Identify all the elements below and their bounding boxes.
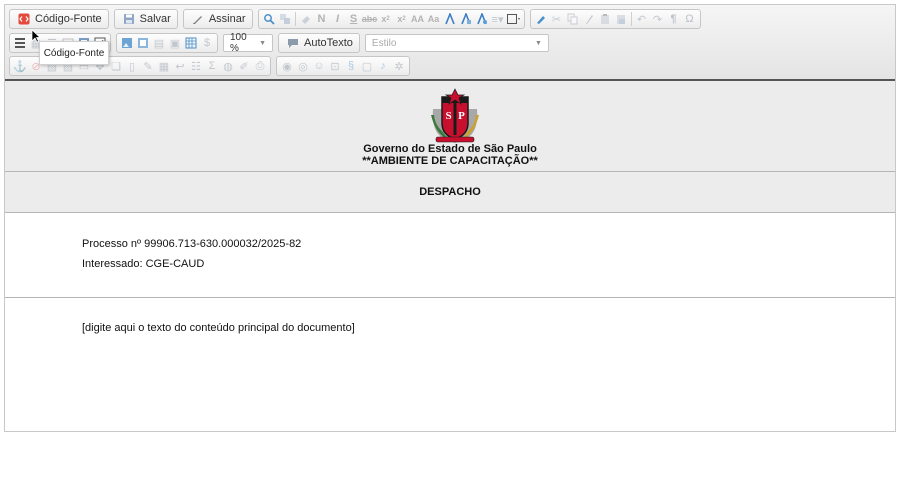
paste-text-icon[interactable]	[597, 11, 613, 27]
template-icon[interactable]: ❏	[108, 58, 124, 74]
text-color-icon[interactable]	[442, 11, 458, 27]
insert-link-icon[interactable]	[135, 35, 151, 51]
find-icon[interactable]	[261, 11, 277, 27]
arrow-icon[interactable]: ↩	[172, 58, 188, 74]
microphone-icon[interactable]: ♪	[375, 58, 391, 74]
source-icon	[16, 11, 32, 27]
tooltip: Código-Fonte	[39, 41, 109, 65]
process-info-section[interactable]: Processo nº 99906.713-630.000032/2025-82…	[5, 213, 895, 298]
align-stack-icon[interactable]	[12, 35, 28, 51]
style-placeholder: Estilo	[371, 37, 397, 49]
comment-icon[interactable]: ✎	[140, 58, 156, 74]
brush-icon[interactable]	[581, 11, 597, 27]
save-icon	[121, 11, 137, 27]
save-button[interactable]: Salvar	[117, 10, 175, 28]
copy-icon[interactable]	[565, 11, 581, 27]
zoom-value: 100 %	[230, 32, 247, 54]
document-title-bar: DESPACHO	[5, 172, 895, 213]
globe-icon[interactable]: ◍	[220, 58, 236, 74]
paint-brush-icon[interactable]	[533, 11, 549, 27]
undo-icon[interactable]: ↶	[634, 11, 650, 27]
insert-currency-icon[interactable]: $	[199, 35, 215, 51]
save-label: Salvar	[139, 13, 171, 25]
underline-icon[interactable]: S	[346, 11, 362, 27]
document-content: S P Governo do Estado de São Paulo **AMB…	[5, 81, 895, 431]
tools-group: ✂ ↶ ↷ ¶ Ω	[529, 9, 701, 29]
coat-of-arms-icon: S P	[431, 88, 479, 143]
grid-icon[interactable]: ▦	[156, 58, 172, 74]
editor-toolbar: Código-Fonte Salvar Assinar N I S abc x …	[5, 5, 895, 81]
signature-icon[interactable]: ◉	[279, 58, 295, 74]
zoom-select[interactable]: 100 % ▼	[223, 32, 273, 54]
header-government: Governo do Estado de São Paulo	[363, 143, 537, 155]
chevron-down-icon: ▼	[534, 39, 542, 47]
document-title[interactable]: DESPACHO	[419, 186, 481, 198]
edit-icon[interactable]: ✐	[236, 58, 252, 74]
anchor-icon[interactable]: ⚓	[12, 58, 28, 74]
mouse-cursor-icon	[31, 29, 41, 43]
process-number: Processo nº 99906.713-630.000032/2025-82	[82, 238, 302, 250]
source-group: Código-Fonte	[9, 9, 109, 29]
crest-letter-p: P	[458, 110, 465, 122]
source-label: Código-Fonte	[35, 13, 102, 25]
bold-icon[interactable]: N	[314, 11, 330, 27]
sign-button[interactable]: Assinar	[186, 10, 250, 28]
autotext-button[interactable]: AutoTexto	[281, 34, 357, 52]
eraser-icon[interactable]	[298, 11, 314, 27]
redo-icon[interactable]: ↷	[650, 11, 666, 27]
user-icon[interactable]: ☺	[311, 58, 327, 74]
background-color-icon[interactable]	[458, 11, 474, 27]
print-icon[interactable]: ⎙	[252, 58, 268, 74]
document-header: S P Governo do Estado de São Paulo **AMB…	[5, 81, 895, 172]
list-indent-icon[interactable]: ☷	[188, 58, 204, 74]
sign-group: Assinar	[182, 9, 253, 29]
crest-letter-s: S	[445, 110, 451, 122]
pilcrow-icon[interactable]: ¶	[666, 11, 682, 27]
chevron-down-icon: ▼	[259, 39, 266, 47]
insert-image-icon[interactable]	[119, 35, 135, 51]
replace-icon[interactable]	[277, 11, 293, 27]
format-block-icon[interactable]	[506, 11, 522, 27]
format-group: N I S abc x2 x2 AA Aa ≡▾	[257, 9, 525, 29]
lock-icon[interactable]: ⊡	[327, 58, 343, 74]
toolbar-row-1: Código-Fonte Salvar Assinar N I S abc x …	[9, 8, 706, 30]
line-spacing-icon[interactable]: ≡▾	[490, 11, 506, 27]
stamp-icon[interactable]: ◎	[295, 58, 311, 74]
italic-icon[interactable]: I	[330, 11, 346, 27]
field-icon[interactable]: §	[343, 58, 359, 74]
sign-label: Assinar	[208, 13, 246, 25]
box-icon[interactable]: ▢	[359, 58, 375, 74]
save-group: Salvar	[113, 9, 178, 29]
sum-icon[interactable]: Σ	[204, 58, 220, 74]
cut-icon[interactable]: ✂	[549, 11, 565, 27]
autotext-label: AutoTexto	[304, 37, 353, 49]
document-body[interactable]: [digite aqui o texto do conteúdo princip…	[5, 298, 895, 431]
interested-party: Interessado: CGE-CAUD	[82, 258, 205, 270]
omega-icon[interactable]: Ω	[682, 11, 698, 27]
subscript-icon[interactable]: x2	[378, 11, 394, 27]
source-button[interactable]: Código-Fonte	[12, 10, 106, 28]
style-select[interactable]: Estilo ▼	[364, 34, 549, 52]
misc-group-2: ◉ ◎ ☺ ⊡ § ▢ ♪ ✲	[276, 56, 410, 76]
body-placeholder: [digite aqui o texto do conteúdo princip…	[82, 322, 355, 334]
insert-table-icon[interactable]: ▤	[151, 35, 167, 51]
uppercase-icon[interactable]: AA	[410, 11, 426, 27]
strikethrough-icon[interactable]: abc	[362, 11, 378, 27]
superscript-icon[interactable]: x2	[394, 11, 410, 27]
pen-icon	[190, 11, 206, 27]
highlight-icon[interactable]	[474, 11, 490, 27]
insert-grid-icon[interactable]	[183, 35, 199, 51]
note-icon[interactable]: ▯	[124, 58, 140, 74]
settings-icon[interactable]: ✲	[391, 58, 407, 74]
autotext-group: AutoTexto	[278, 33, 360, 53]
separator	[630, 12, 632, 26]
speech-bubble-icon	[285, 35, 301, 51]
document-editor: Código-Fonte Salvar Assinar N I S abc x …	[4, 4, 896, 432]
header-environment: **AMBIENTE DE CAPACITAÇÃO**	[362, 155, 538, 167]
insert-group: ▤ ▣ $	[116, 33, 218, 53]
insert-box-icon[interactable]: ▣	[167, 35, 183, 51]
lowercase-icon[interactable]: Aa	[426, 11, 442, 27]
separator	[294, 12, 296, 26]
paste-word-icon[interactable]	[613, 11, 629, 27]
